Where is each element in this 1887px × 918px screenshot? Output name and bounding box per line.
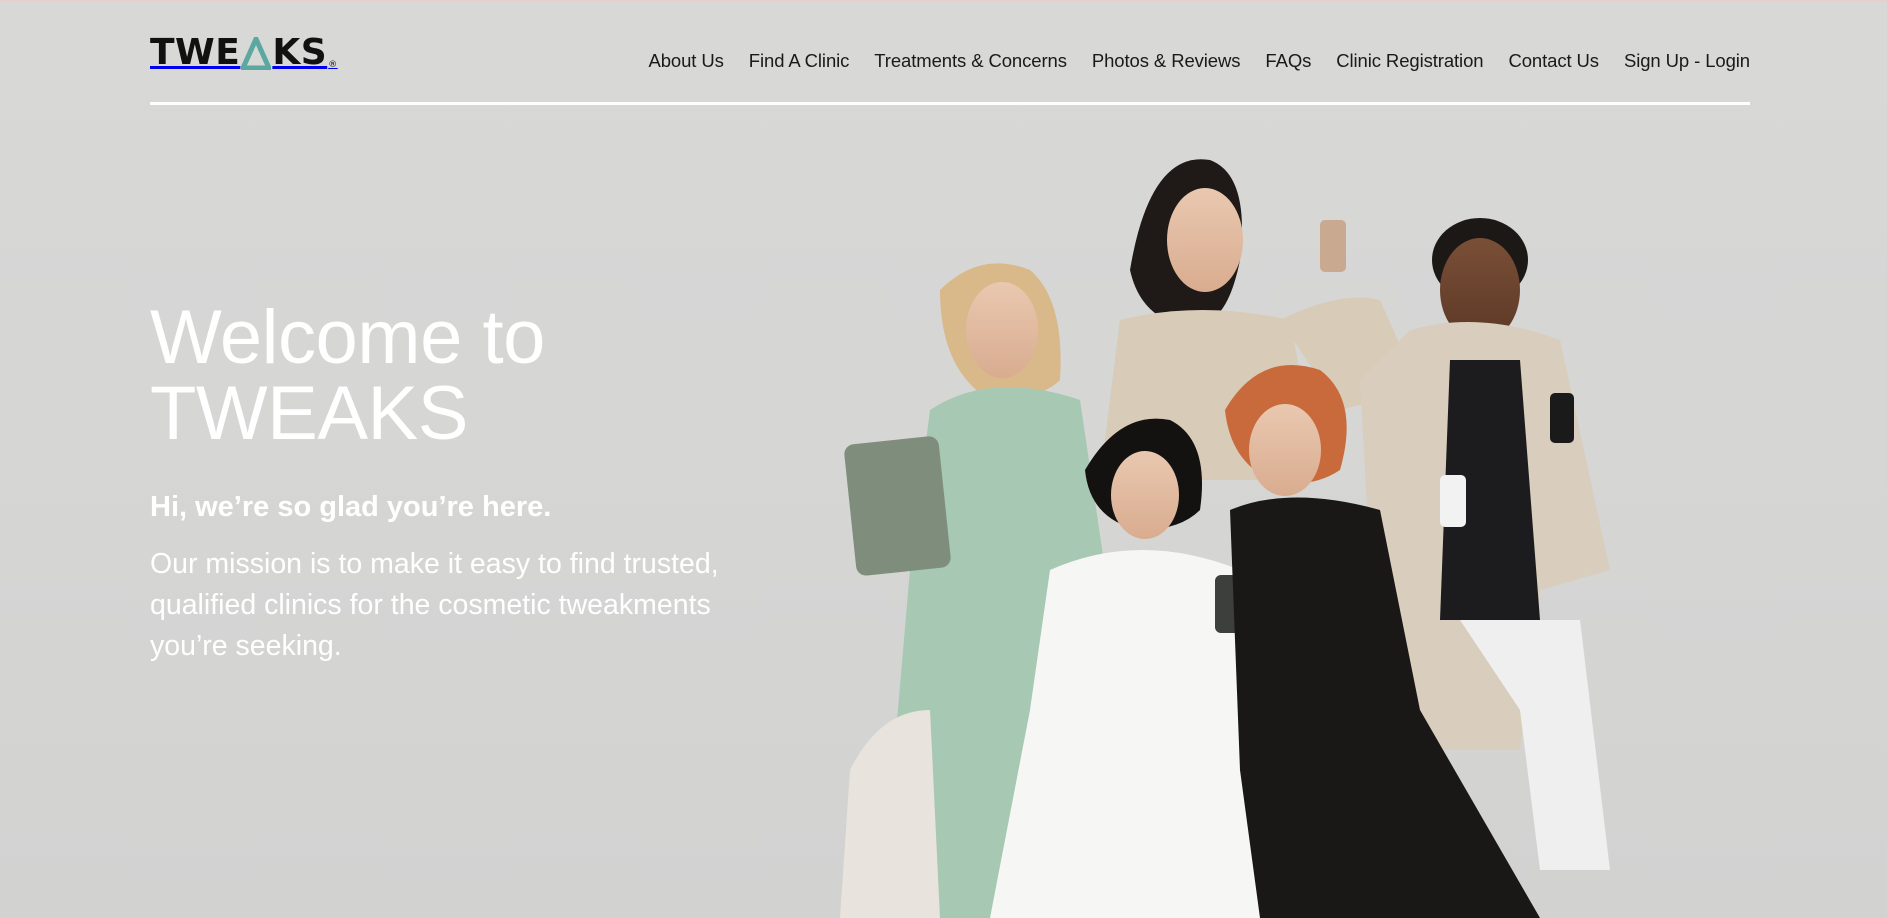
brand-wordmark: TWE KS ® [150,34,338,72]
header-divider [150,102,1750,105]
nav-sign-up-login[interactable]: Sign Up - Login [1624,50,1750,72]
hero-subtitle: Hi, we’re so glad you’re here. [150,491,552,523]
brand-wordmark-end: KS [272,32,328,73]
hero-title-line-1: Welcome to [150,295,545,380]
hero-title-line-2: TWEAKS [150,371,468,456]
hero-mission-text: Our mission is to make it easy to find t… [150,548,719,662]
site-header: TWE KS ® About Us Find A Clinic Treatmen… [150,0,1750,106]
hero-title: Welcome to TWEAKS [150,300,750,452]
brand-logo[interactable]: TWE KS ® [150,34,338,74]
nav-photos-reviews[interactable]: Photos & Reviews [1092,50,1241,72]
hero-copy: Welcome to TWEAKS Hi, we’re so glad you’… [150,300,750,667]
nav-contact-us[interactable]: Contact Us [1508,50,1599,72]
nav-find-a-clinic[interactable]: Find A Clinic [749,50,850,72]
nav-treatments-concerns[interactable]: Treatments & Concerns [874,50,1067,72]
main-nav: About Us Find A Clinic Treatments & Conc… [649,50,1751,72]
nav-about-us[interactable]: About Us [649,50,724,72]
brand-triangle-icon [241,37,272,70]
brand-wordmark-start: TWE [150,32,241,73]
nav-faqs[interactable]: FAQs [1265,50,1311,72]
registered-mark: ® [328,60,338,70]
hero-image [840,159,1610,918]
nav-clinic-registration[interactable]: Clinic Registration [1336,50,1483,72]
